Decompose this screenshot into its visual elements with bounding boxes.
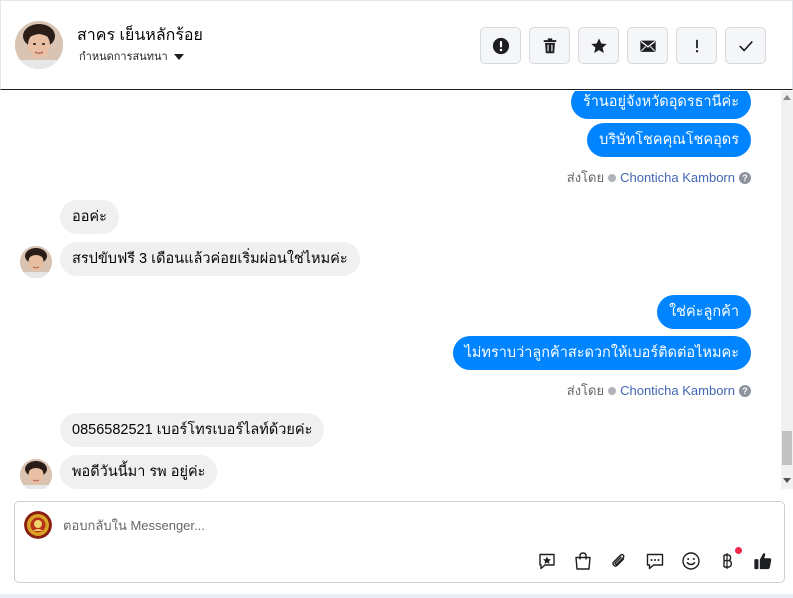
star-button[interactable]	[578, 27, 619, 64]
sent-by-label: ส่งโดย	[566, 383, 605, 398]
trash-icon	[543, 37, 556, 53]
contact-avatar[interactable]	[15, 21, 63, 69]
reply-input[interactable]	[63, 516, 663, 534]
baht-icon	[723, 553, 733, 569]
emoji-icon	[682, 552, 700, 570]
sent-by-label: ส่งโดย	[566, 170, 605, 185]
page-avatar	[24, 511, 52, 539]
attach-button[interactable]	[608, 550, 630, 572]
mark-done-button[interactable]	[725, 27, 766, 64]
thread-scrollbar[interactable]	[781, 91, 793, 489]
quick-reply-button[interactable]	[644, 550, 666, 572]
bottom-strip	[0, 594, 793, 598]
contact-name[interactable]: สาคร เย็นหลักร้อย	[77, 23, 203, 48]
outgoing-message[interactable]: ร้านอยู่จังหวัดอุดรธานีค่ะ	[570, 91, 751, 119]
conversation-header: สาคร เย็นหลักร้อย กำหนดการสนทนา	[0, 0, 793, 90]
spam-button[interactable]	[480, 27, 521, 64]
assign-conversation-dropdown[interactable]: กำหนดการสนทนา	[79, 47, 184, 65]
inbox-conversation-view: สาคร เย็นหลักร้อย กำหนดการสนทนา ร้านอยู่…	[0, 0, 793, 598]
message-thread: ร้านอยู่จังหวัดอุดรธานีค่ะ บริษัทโชคคุณโ…	[0, 91, 793, 489]
scroll-down-arrow-icon[interactable]	[783, 478, 791, 483]
outgoing-message[interactable]: ไม่ทราบว่าลูกค้าสะดวกให้เบอร์ติดต่อไหมคะ	[452, 336, 751, 370]
contact-avatar-small	[20, 246, 52, 278]
star-icon	[590, 37, 607, 53]
saved-reply-icon	[539, 553, 555, 570]
shopping-bag-icon	[575, 552, 591, 570]
assign-conversation-label: กำหนดการสนทนา	[79, 51, 168, 63]
incoming-message[interactable]: ออค่ะ	[60, 200, 119, 234]
outgoing-message[interactable]: ใช่ค่ะลูกค้า	[657, 295, 751, 329]
chat-bubble-icon	[646, 553, 664, 570]
sent-by-line: ส่งโดย Chonticha Kamborn ?	[567, 167, 751, 188]
emoji-button[interactable]	[680, 550, 702, 572]
check-icon	[738, 40, 753, 51]
scroll-up-arrow-icon[interactable]	[783, 95, 791, 100]
envelope-icon	[639, 40, 656, 52]
reply-composer	[14, 501, 785, 583]
composer-actions	[536, 547, 774, 572]
paperclip-icon	[612, 553, 625, 567]
scroll-thumb[interactable]	[782, 431, 792, 465]
shop-button[interactable]	[572, 550, 594, 572]
incoming-message[interactable]: พอดีวันนี้มา รพ อยู่ค่ะ	[60, 455, 218, 489]
agent-name-link[interactable]: Chonticha Kamborn	[620, 383, 735, 398]
payment-button[interactable]	[716, 547, 742, 572]
thumbs-up-icon	[754, 553, 772, 570]
help-icon[interactable]: ?	[739, 384, 751, 397]
help-icon[interactable]: ?	[739, 171, 751, 184]
agent-name-link[interactable]: Chonticha Kamborn	[620, 170, 735, 185]
saved-replies-button[interactable]	[536, 550, 558, 572]
incoming-message[interactable]: 0856582521 เบอร์โทรเบอร์ไลท์ด้วยค่ะ	[60, 413, 325, 447]
notification-dot	[735, 547, 742, 554]
outgoing-message[interactable]: บริษัทโชคคุณโชคอุดร	[587, 123, 751, 157]
caret-down-icon	[173, 53, 184, 60]
conversation-toolbar	[480, 27, 766, 64]
delete-button[interactable]	[529, 27, 570, 64]
incoming-message[interactable]: สรปขับฟรี 3 เดือนแล้วค่อยเริ่มผ่อนใช่ไหม…	[60, 242, 360, 276]
follow-up-button[interactable]	[676, 27, 717, 64]
verified-icon	[608, 173, 617, 182]
alert-circle-icon	[492, 37, 509, 54]
like-button[interactable]	[752, 550, 774, 572]
composer-area	[0, 489, 793, 598]
exclamation-icon	[695, 39, 698, 52]
sent-by-line: ส่งโดย Chonticha Kamborn ?	[567, 380, 751, 401]
mark-unread-button[interactable]	[627, 27, 668, 64]
verified-icon	[608, 386, 617, 395]
contact-avatar-small	[20, 459, 52, 489]
